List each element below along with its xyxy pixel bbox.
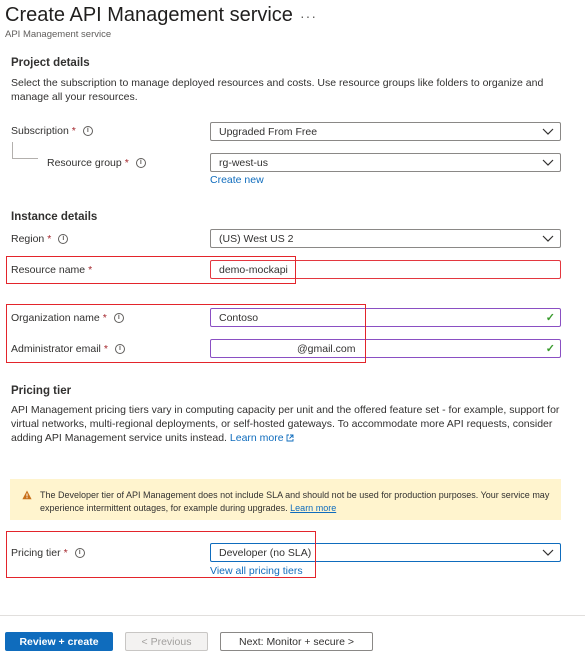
resource-group-dropdown[interactable]: rg-west-us xyxy=(210,153,561,172)
info-icon[interactable]: i xyxy=(58,234,69,244)
info-icon[interactable]: i xyxy=(82,126,93,136)
learn-more-link[interactable]: Learn more xyxy=(230,432,294,444)
more-options-button[interactable]: ··· xyxy=(300,8,317,24)
required-indicator: * xyxy=(47,233,52,245)
pricing-tier-heading: Pricing tier xyxy=(11,385,72,397)
pricing-tier-description: API Management pricing tiers vary in com… xyxy=(11,404,560,444)
subscription-label: Subscription * i xyxy=(11,125,93,137)
chevron-down-icon xyxy=(542,235,554,242)
footer-divider xyxy=(0,615,585,616)
chevron-down-icon xyxy=(542,128,554,135)
project-details-heading: Project details xyxy=(11,57,90,69)
tree-connector xyxy=(12,142,13,158)
instance-details-heading: Instance details xyxy=(11,211,98,223)
highlight-box xyxy=(6,304,366,363)
resource-group-label: Resource group * i xyxy=(47,157,146,169)
chevron-down-icon xyxy=(542,159,554,166)
project-details-description: Select the subscription to manage deploy… xyxy=(11,77,544,103)
highlight-box xyxy=(6,531,316,578)
checkmark-icon: ✓ xyxy=(545,312,555,324)
previous-button[interactable]: < Previous xyxy=(125,632,208,651)
region-label: Region * i xyxy=(11,233,69,245)
checkmark-icon: ✓ xyxy=(545,343,555,355)
page-title: Create API Management service xyxy=(5,4,293,26)
create-new-link[interactable]: Create new xyxy=(210,174,264,186)
highlight-box xyxy=(6,256,296,284)
warning-icon xyxy=(22,490,32,500)
tree-connector xyxy=(12,158,38,159)
review-create-button[interactable]: Review + create xyxy=(5,632,113,651)
external-link-icon xyxy=(286,434,294,442)
region-dropdown[interactable]: (US) West US 2 xyxy=(210,229,561,248)
required-indicator: * xyxy=(124,157,129,169)
required-indicator: * xyxy=(71,125,76,137)
page-subtitle: API Management service xyxy=(5,29,112,40)
subscription-dropdown[interactable]: Upgraded From Free xyxy=(210,122,561,141)
next-monitor-secure-button[interactable]: Next: Monitor + secure > xyxy=(220,632,373,651)
warning-banner: The Developer tier of API Management doe… xyxy=(10,479,561,520)
banner-learn-more-link[interactable]: Learn more xyxy=(290,503,336,513)
info-icon[interactable]: i xyxy=(135,158,146,168)
chevron-down-icon xyxy=(542,549,554,556)
